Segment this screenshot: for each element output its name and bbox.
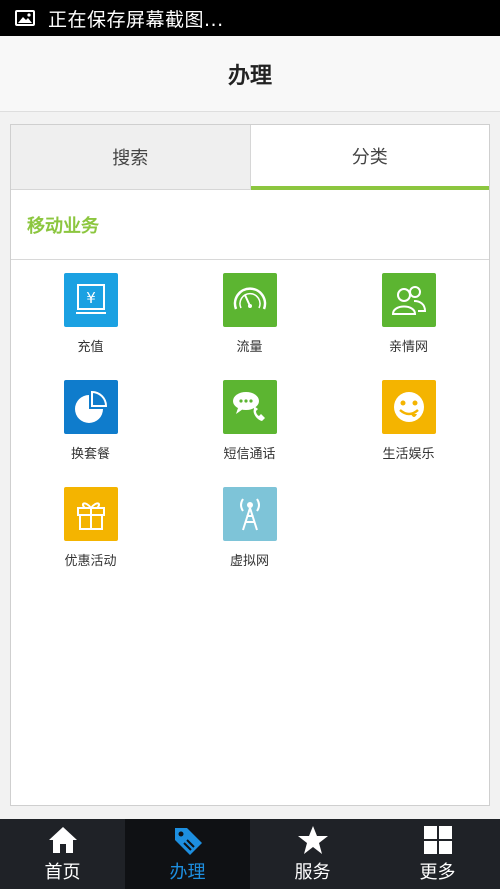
svg-text:¥: ¥ <box>86 289 96 307</box>
service-sms-call[interactable]: 短信通话 <box>170 380 329 487</box>
service-life-entertainment[interactable]: 生活娱乐 <box>329 380 488 487</box>
nav-more[interactable]: 更多 <box>375 819 500 889</box>
nav-label: 办理 <box>169 862 206 883</box>
tab-category[interactable]: 分类 <box>250 125 489 190</box>
service-grid: ¥ 充值 流量 亲情网 换套餐 短信通话 生活娱乐 优惠活动 虚拟网 <box>11 260 489 594</box>
service-label: 亲情网 <box>388 340 428 355</box>
service-label: 优惠活动 <box>64 554 117 569</box>
nav-label: 服务 <box>294 862 331 883</box>
service-promotions[interactable]: 优惠活动 <box>11 487 170 594</box>
service-label: 生活娱乐 <box>382 447 435 462</box>
smiley-icon <box>381 380 436 434</box>
service-change-plan[interactable]: 换套餐 <box>11 380 170 487</box>
service-label: 充值 <box>77 340 104 355</box>
service-data-traffic[interactable]: 流量 <box>170 273 329 380</box>
antenna-icon <box>222 487 277 541</box>
speedometer-icon <box>222 273 277 327</box>
tab-bar: 搜索 分类 <box>11 125 489 190</box>
service-label: 短信通话 <box>223 447 276 462</box>
tag-icon <box>171 824 205 856</box>
chat-phone-icon <box>222 380 277 434</box>
tab-search[interactable]: 搜索 <box>11 125 251 190</box>
gift-icon <box>63 487 118 541</box>
bottom-nav: 首页 办理 服务 更多 <box>0 819 500 889</box>
status-bar: 正在保存屏幕截图... <box>0 0 500 36</box>
service-virtual-network[interactable]: 虚拟网 <box>170 487 329 594</box>
nav-service[interactable]: 服务 <box>250 819 375 889</box>
page-title: 办理 <box>227 63 272 89</box>
service-family-network[interactable]: 亲情网 <box>329 273 488 380</box>
status-text: 正在保存屏幕截图... <box>48 8 224 31</box>
home-icon <box>46 824 80 856</box>
nav-label: 更多 <box>419 862 456 883</box>
service-label: 流量 <box>236 340 263 355</box>
grid-icon <box>421 824 455 856</box>
recharge-icon: ¥ <box>63 273 118 327</box>
section-header: 移动业务 <box>11 190 489 260</box>
service-recharge[interactable]: ¥ 充值 <box>11 273 170 380</box>
service-label: 换套餐 <box>70 447 110 462</box>
service-label: 虚拟网 <box>229 554 269 569</box>
star-icon <box>296 824 330 856</box>
content-card: 搜索 分类 移动业务 ¥ 充值 流量 亲情网 换套餐 短信通话 生活娱乐 优惠活… <box>10 124 490 806</box>
title-bar: 办理 <box>0 36 500 112</box>
family-icon <box>381 273 436 327</box>
screenshot-icon <box>14 9 36 27</box>
pie-chart-icon <box>63 380 118 434</box>
section-title: 移动业务 <box>27 215 99 237</box>
nav-handle[interactable]: 办理 <box>125 819 250 889</box>
nav-label: 首页 <box>44 862 81 883</box>
nav-home[interactable]: 首页 <box>0 819 125 889</box>
